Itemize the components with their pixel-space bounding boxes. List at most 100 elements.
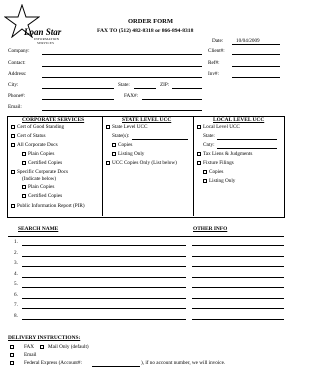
specific-docs-label: Specific Corporate Docs: [17, 169, 68, 175]
all-corp-docs-checkbox[interactable]: [11, 143, 16, 148]
specific-certified-copies-label: Certified Copies: [28, 193, 63, 199]
inv-label: Inv#:: [208, 71, 219, 77]
ucc-copies-only-checkbox[interactable]: [106, 161, 111, 166]
other-info-field[interactable]: [192, 308, 284, 309]
other-info-field[interactable]: [192, 266, 284, 267]
ucc-copies-only-label: UCC Copies Only (List below): [112, 160, 177, 166]
all-corp-docs-label: All Corporate Docs: [17, 142, 58, 148]
fixture-filings-checkbox[interactable]: [197, 161, 202, 166]
delivery-heading: DELIVERY INSTRUCTIONS:: [8, 335, 81, 341]
search-name-field[interactable]: [22, 255, 186, 257]
states-field[interactable]: [132, 139, 188, 140]
search-name-heading: SEARCH NAME: [18, 226, 59, 232]
company-field[interactable]: [42, 54, 202, 55]
state-copies-checkbox[interactable]: [112, 143, 117, 148]
search-row-number: 3.: [14, 260, 18, 266]
phone-label: Phone#:: [8, 93, 26, 99]
other-info-field[interactable]: [192, 245, 284, 246]
search-header-rule: [8, 236, 284, 237]
logo-name: Loan Star: [24, 27, 62, 37]
state-ucc-checkbox[interactable]: [106, 125, 111, 130]
logo-sub2: SERVICES: [37, 41, 55, 45]
inv-field[interactable]: [232, 77, 280, 78]
search-name-field[interactable]: [22, 266, 186, 267]
local-copies-label: Copies: [209, 169, 224, 175]
client-field[interactable]: [232, 54, 280, 55]
other-info-field[interactable]: [192, 297, 284, 299]
state-field[interactable]: [134, 88, 156, 89]
contact-field[interactable]: [42, 66, 202, 67]
state-ucc-heading: STATE LEVEL UCC: [122, 117, 172, 123]
all-plain-copies-label: Plain Copies: [28, 151, 55, 157]
state-copies-label: Copies: [118, 142, 133, 148]
other-info-field[interactable]: [192, 276, 284, 278]
state-listing-checkbox[interactable]: [112, 152, 117, 157]
local-copies-checkbox[interactable]: [203, 170, 208, 175]
tax-liens-label: Tax Liens & Judgments: [203, 151, 253, 157]
cert-good-standing-label: Cert of Good Standing: [17, 124, 65, 130]
cert-status-checkbox[interactable]: [11, 134, 16, 139]
corporate-heading: CORPORATE SERVICES: [22, 117, 85, 123]
local-listing-checkbox[interactable]: [203, 179, 208, 184]
specific-certified-copies-checkbox[interactable]: [22, 194, 27, 199]
specific-plain-copies-label: Plain Copies: [28, 184, 55, 190]
other-info-field[interactable]: [192, 287, 284, 288]
tax-liens-checkbox[interactable]: [197, 152, 202, 157]
local-listing-label: Listing Only: [209, 178, 236, 184]
fax-delivery-checkbox[interactable]: [10, 345, 15, 350]
zip-field[interactable]: [172, 88, 202, 89]
all-certified-copies-checkbox[interactable]: [22, 161, 27, 166]
client-label: Client#:: [208, 48, 225, 54]
other-info-field[interactable]: [192, 255, 284, 257]
contact-label: Contact:: [8, 60, 26, 66]
fedex-delivery-label: Federal Express (Account#:: [24, 360, 82, 366]
mail-delivery-checkbox[interactable]: [40, 345, 45, 350]
states-label: State(s):: [112, 133, 130, 139]
state-ucc-label: State Level UCC: [112, 124, 148, 130]
mail-delivery-label: Mail Only (default): [48, 344, 89, 350]
phone-field[interactable]: [42, 99, 114, 100]
local-county-label: Cnty:: [203, 142, 215, 148]
date-underline: [232, 44, 280, 45]
email-delivery-checkbox[interactable]: [10, 353, 15, 358]
fax-delivery-label: FAX: [24, 344, 34, 350]
fixture-filings-label: Fixture Filings: [203, 160, 234, 166]
search-name-field[interactable]: [22, 287, 186, 288]
ref-field[interactable]: [232, 66, 280, 67]
address-field[interactable]: [42, 77, 202, 78]
email-delivery-label: Email: [24, 352, 37, 358]
city-label: City:: [8, 82, 19, 88]
state-listing-label: Listing Only: [118, 151, 145, 157]
state-label: State:: [118, 82, 130, 88]
local-state-field[interactable]: [217, 139, 277, 140]
search-name-field[interactable]: [22, 245, 186, 246]
cert-status-label: Cert of Status: [17, 133, 46, 139]
form-title: ORDER FORM: [128, 18, 173, 25]
company-logo: Loan Star INFORMATION SERVICES: [4, 4, 64, 45]
search-name-field[interactable]: [22, 276, 186, 278]
fax-field[interactable]: [142, 99, 202, 100]
local-ucc-checkbox[interactable]: [197, 125, 202, 130]
search-name-field[interactable]: [22, 318, 186, 320]
fax-line: FAX TO (512) 482-8318 or 866-894-8318: [97, 28, 194, 34]
fedex-account-field[interactable]: [92, 366, 140, 367]
cert-good-standing-checkbox[interactable]: [11, 125, 16, 130]
specific-docs-checkbox[interactable]: [11, 170, 16, 175]
services-divider-1: [102, 116, 103, 216]
fax-label: FAX#:: [124, 93, 139, 99]
local-county-field[interactable]: [217, 148, 277, 149]
fedex-delivery-checkbox[interactable]: [10, 361, 15, 366]
search-name-field[interactable]: [22, 308, 186, 309]
other-info-field[interactable]: [192, 318, 284, 320]
email-field[interactable]: [42, 110, 202, 111]
search-name-field[interactable]: [22, 297, 186, 299]
local-ucc-label: Local Level UCC: [203, 124, 240, 130]
pir-checkbox[interactable]: [11, 204, 16, 209]
city-field[interactable]: [42, 88, 114, 89]
all-plain-copies-checkbox[interactable]: [22, 152, 27, 157]
ref-label: Ref#:: [208, 60, 220, 66]
fedex-note: ), if no account number, we will invoice…: [141, 360, 226, 366]
specific-plain-copies-checkbox[interactable]: [22, 185, 27, 190]
company-label: Company:: [8, 48, 30, 54]
search-row-number: 5.: [14, 281, 18, 287]
